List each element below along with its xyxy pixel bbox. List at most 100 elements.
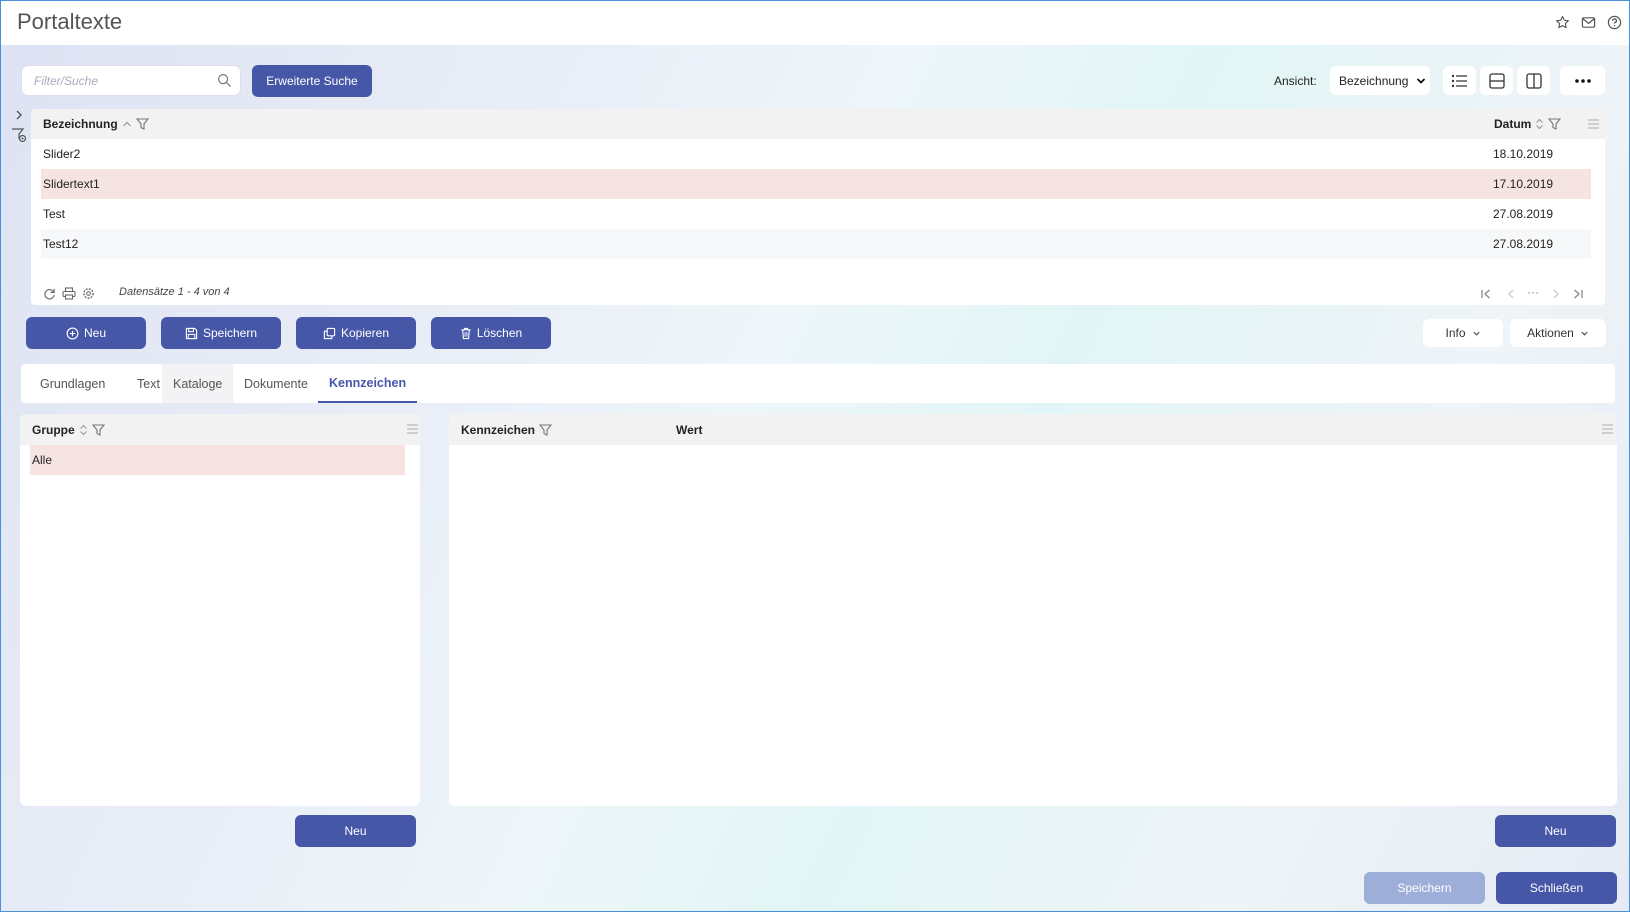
new-group-label: Neu [344,824,367,838]
tab-kataloge[interactable]: Kataloge [162,364,234,403]
cell-name: Test [43,207,66,221]
flags-panel: Kennzeichen Wert [449,414,1617,806]
chevron-right-icon[interactable] [11,109,27,121]
tab-label: Grundlagen [40,376,106,391]
table-row[interactable]: Test 27.08.2019 [41,199,1591,229]
copy-button[interactable]: Kopieren [296,317,416,349]
split-horizontal-icon [1488,72,1505,89]
groups-header: Gruppe [20,414,420,445]
view-select[interactable]: Bezeichnung [1330,66,1430,95]
info-dropdown[interactable]: Info [1423,319,1503,347]
column-header-value[interactable]: Wert [676,423,702,437]
record-status: Datensätze 1 - 4 von 4 [119,286,230,298]
table-row[interactable]: Test12 27.08.2019 [41,229,1591,259]
view-select-value: Bezeichnung [1339,73,1409,88]
pager-ellipsis[interactable]: ··· [1527,285,1539,299]
search-box [21,65,241,96]
more-icon [1574,78,1592,84]
split-vertical-button[interactable] [1517,66,1550,95]
footer-save-button[interactable]: Speichern [1364,872,1485,904]
groups-panel: Gruppe Alle [20,414,420,806]
cell-date: 27.08.2019 [1493,237,1554,251]
chevron-down-icon [1580,329,1589,338]
search-input[interactable] [22,66,202,95]
cell-name: Test12 [43,237,79,251]
flags-header: Kennzeichen Wert [449,414,1617,445]
list-item-selected[interactable]: Alle [30,445,405,475]
column-header-group[interactable]: Gruppe [32,423,105,437]
filter-settings-icon[interactable] [11,127,27,143]
filter-icon[interactable] [135,118,149,130]
star-icon[interactable] [1554,14,1571,31]
column-menu-icon[interactable] [1602,424,1613,434]
tab-kennzeichen[interactable]: Kennzeichen [318,364,418,403]
new-button-label: Neu [83,326,106,340]
new-group-button[interactable]: Neu [295,815,416,847]
close-label: Schließen [1529,881,1584,895]
list-view-button[interactable] [1443,66,1476,95]
group-name: Alle [32,453,53,467]
delete-button[interactable]: Löschen [431,317,551,349]
tab-grundlagen[interactable]: Grundlagen [29,364,116,403]
plus-circle-icon [66,327,79,340]
column-flag-label: Kennzeichen [461,423,536,437]
search-icon[interactable] [217,73,232,88]
next-page-icon[interactable] [1550,288,1562,300]
sort-ascending-icon[interactable] [122,120,132,128]
column-header-date[interactable]: Datum [1494,117,1562,131]
save-button[interactable]: Speichern [161,317,281,349]
previous-page-icon[interactable] [1505,288,1517,300]
copy-button-label: Kopieren [340,326,390,340]
table-row[interactable]: Slider2 18.10.2019 [41,139,1591,169]
refresh-icon[interactable] [43,287,56,300]
more-button[interactable] [1560,66,1605,95]
close-button[interactable]: Schließen [1496,872,1617,904]
title-icons [1554,14,1623,31]
new-flag-button[interactable]: Neu [1495,815,1616,847]
last-page-icon[interactable] [1572,288,1584,300]
grid-header: Bezeichnung Datum [31,109,1605,139]
sort-icon[interactable] [1535,118,1544,130]
column-header-name[interactable]: Bezeichnung [43,117,149,131]
column-menu-icon[interactable] [407,424,418,434]
column-value-label: Wert [676,423,703,437]
column-menu-icon[interactable] [1588,119,1599,129]
list-icon [1451,74,1468,88]
advanced-search-label: Erweiterte Suche [266,74,358,88]
cell-date: 18.10.2019 [1493,147,1554,161]
column-date-label: Datum [1494,117,1532,131]
page-title: Portaltexte [17,9,123,34]
delete-button-label: Löschen [476,326,523,340]
advanced-search-button[interactable]: Erweiterte Suche [252,65,372,97]
actions-dropdown[interactable]: Aktionen [1510,319,1606,347]
cell-name: Slidertext1 [43,177,100,191]
cell-date: 27.08.2019 [1493,207,1554,221]
first-page-icon[interactable] [1480,288,1492,300]
tab-dokumente[interactable]: Dokumente [233,364,319,403]
records-grid: Bezeichnung Datum Slider2 18.10.2019 Sli… [31,109,1605,305]
cell-name: Slider2 [43,147,81,161]
tab-label: Kataloge [173,376,223,391]
view-label: Ansicht: [1274,74,1317,88]
new-button[interactable]: Neu [26,317,146,349]
print-icon[interactable] [62,287,76,300]
tab-bar: Grundlagen Text Kataloge Dokumente Kennz… [21,364,1615,403]
column-group-label: Gruppe [32,423,75,437]
table-row-selected[interactable]: Slidertext1 17.10.2019 [41,169,1591,199]
mail-icon[interactable] [1580,14,1597,31]
chevron-down-icon [1416,76,1426,86]
tab-label: Dokumente [244,376,308,391]
filter-icon[interactable] [539,424,553,436]
sort-icon[interactable] [79,424,88,436]
filter-icon[interactable] [1548,118,1562,130]
column-header-flag[interactable]: Kennzeichen [461,423,553,437]
help-icon[interactable] [1606,14,1623,31]
grid-footer: Datensätze 1 - 4 von 4 ··· [31,284,1605,304]
split-vertical-icon [1525,72,1542,89]
settings-icon[interactable] [82,287,95,300]
filter-icon[interactable] [91,424,105,436]
cell-date: 17.10.2019 [1493,177,1554,191]
trash-icon [460,327,472,340]
footer-save-label: Speichern [1397,881,1452,895]
split-horizontal-button[interactable] [1480,66,1513,95]
